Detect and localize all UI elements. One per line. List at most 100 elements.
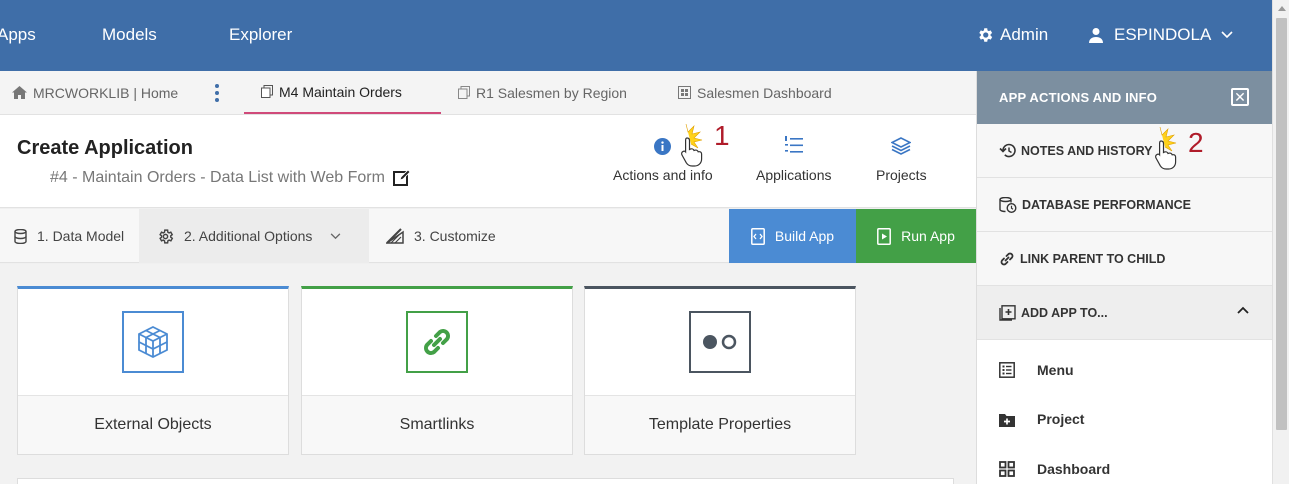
page-scrollbar[interactable]	[1272, 0, 1289, 484]
annotation-number: 1	[714, 120, 730, 151]
user-icon	[1089, 28, 1103, 43]
tab-label: M4 Maintain Orders	[279, 83, 402, 100]
database-clock-icon	[999, 196, 1017, 213]
annotation-marker-1: 1	[676, 120, 730, 168]
copy-icon	[261, 85, 273, 98]
click-hand-icon	[681, 124, 703, 167]
tab-home-label: MRCWORKLIB | Home	[33, 84, 179, 101]
home-icon	[12, 86, 27, 99]
link-parent-to-child-item[interactable]: LINK PARENT TO CHILD	[977, 232, 1273, 286]
chevron-down-icon	[1221, 31, 1233, 39]
admin-menu[interactable]: Admin	[976, 25, 1048, 45]
add-to-project-item[interactable]: Project	[999, 411, 1084, 427]
add-document-icon	[999, 304, 1016, 321]
panel-item-label: NOTES AND HISTORY	[1021, 143, 1153, 158]
panel-item-label: ADD APP TO...	[1021, 305, 1108, 320]
run-app-label: Run App	[901, 228, 955, 244]
step-label: 3. Customize	[414, 228, 496, 244]
database-performance-item[interactable]: DATABASE PERFORMANCE	[977, 178, 1273, 232]
card-label: Template Properties	[585, 395, 855, 454]
nav-explorer[interactable]: Explorer	[229, 25, 292, 45]
step-additional-options[interactable]: 2. Additional Options	[139, 209, 369, 263]
card-smartlinks[interactable]: Smartlinks	[301, 286, 573, 455]
panel-header: APP ACTIONS AND INFO ✕	[977, 71, 1273, 124]
app-actions-panel: APP ACTIONS AND INFO ✕ NOTES AND HISTORY…	[976, 71, 1273, 484]
admin-label: Admin	[1000, 25, 1049, 44]
build-app-button[interactable]: Build App	[729, 209, 856, 263]
gear-icon	[979, 28, 993, 42]
options-content: External Objects Smartlinks Template Pro…	[0, 264, 976, 484]
scroll-up-arrow-icon[interactable]	[1273, 0, 1289, 17]
card-label: Smartlinks	[302, 395, 572, 454]
button-label: Projects	[876, 167, 927, 183]
button-label: Applications	[756, 167, 832, 183]
tab-m4-maintain-orders[interactable]: M4 Maintain Orders	[244, 71, 441, 114]
database-icon	[14, 228, 27, 244]
step-data-model[interactable]: 1. Data Model	[14, 209, 124, 263]
click-hand-icon	[1155, 127, 1177, 170]
add-app-to-item[interactable]: ADD APP TO...	[977, 286, 1273, 340]
menu-list-icon	[999, 362, 1015, 378]
notes-and-history-item[interactable]: NOTES AND HISTORY	[977, 124, 1273, 178]
dashboard-grid-icon	[678, 86, 691, 99]
history-icon	[999, 143, 1016, 158]
tab-salesmen-dashboard[interactable]: Salesmen Dashboard	[678, 71, 832, 114]
annotation-marker-2: 2	[1150, 127, 1204, 171]
annotation-number: 2	[1188, 127, 1204, 158]
step-label: 2. Additional Options	[184, 228, 313, 244]
top-navigation-bar: Apps Models Explorer Admin ESPINDOLA	[0, 0, 1272, 71]
add-to-label: Menu	[1037, 362, 1074, 378]
add-to-label: Project	[1037, 411, 1085, 427]
step-label: 1. Data Model	[37, 228, 125, 244]
page-subtitle: #4 - Maintain Orders - Data List with We…	[50, 169, 411, 187]
page-title: Create Application	[17, 137, 193, 159]
panel-item-label: DATABASE PERFORMANCE	[1022, 197, 1191, 212]
panel-title: APP ACTIONS AND INFO	[999, 90, 1158, 105]
dashboard-grid-icon	[999, 461, 1015, 477]
app-tabs-bar: MRCWORKLIB | Home M4 Maintain Orders R1 …	[0, 71, 976, 115]
user-label: ESPINDOLA	[1114, 25, 1212, 44]
step-customize[interactable]: 3. Customize	[386, 209, 496, 263]
link-icon	[1000, 252, 1014, 265]
toggle-dots-icon	[689, 311, 751, 373]
card-external-objects[interactable]: External Objects	[17, 286, 289, 455]
wizard-step-bar: 1. Data Model 2. Additional Options 3. C…	[0, 209, 976, 263]
copy-icon	[458, 86, 470, 99]
list-numbered-icon	[784, 136, 803, 153]
page-header: Create Application #4 - Maintain Orders …	[0, 115, 976, 208]
nav-models[interactable]: Models	[102, 25, 157, 45]
link-icon	[406, 311, 468, 373]
folder-plus-icon	[999, 413, 1015, 427]
customize-icon	[386, 228, 404, 244]
projects-button[interactable]: Projects	[876, 135, 927, 183]
chevron-down-icon	[331, 232, 341, 239]
add-to-menu-item[interactable]: Menu	[999, 362, 1074, 378]
button-label: Actions and info	[613, 167, 713, 183]
add-to-label: Dashboard	[1037, 461, 1111, 477]
close-icon[interactable]: ✕	[1231, 88, 1249, 106]
add-to-dashboard-item[interactable]: Dashboard	[999, 461, 1110, 477]
build-app-label: Build App	[774, 228, 835, 244]
chevron-up-icon	[1237, 306, 1249, 314]
nav-apps[interactable]: Apps	[0, 25, 36, 45]
edit-icon[interactable]	[392, 169, 411, 187]
run-app-button[interactable]: Run App	[856, 209, 976, 263]
layers-icon	[891, 137, 912, 155]
cube-grid-icon	[122, 311, 184, 373]
content-panel	[17, 478, 954, 484]
app-description: #4 - Maintain Orders - Data List with We…	[50, 169, 385, 186]
panel-item-label: LINK PARENT TO CHILD	[1020, 251, 1166, 266]
more-options-icon[interactable]	[210, 82, 224, 104]
code-file-icon	[750, 227, 765, 245]
card-label: External Objects	[18, 395, 288, 454]
info-icon	[654, 137, 672, 155]
play-file-icon	[877, 227, 892, 245]
card-template-properties[interactable]: Template Properties	[584, 286, 856, 455]
scroll-thumb[interactable]	[1276, 18, 1287, 430]
tab-label: R1 Salesmen by Region	[476, 84, 627, 101]
applications-button[interactable]: Applications	[756, 135, 832, 183]
tab-home[interactable]: MRCWORKLIB | Home	[12, 71, 178, 114]
user-menu[interactable]: ESPINDOLA	[1088, 25, 1233, 45]
gear-icon	[159, 228, 174, 244]
tab-r1-salesmen-by-region[interactable]: R1 Salesmen by Region	[458, 71, 627, 114]
